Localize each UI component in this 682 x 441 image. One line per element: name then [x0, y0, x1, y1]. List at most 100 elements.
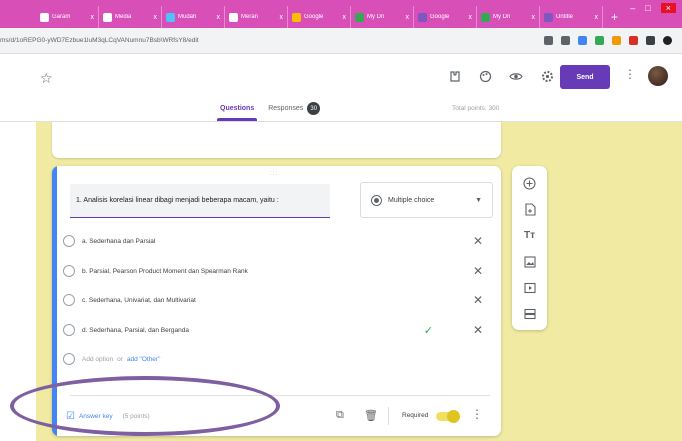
browser-tab[interactable]: My Dri x [477, 6, 540, 28]
header-icons [447, 69, 554, 83]
extension-icons [544, 36, 682, 45]
extension-icon[interactable] [629, 36, 638, 45]
browser-tab-active[interactable]: Untitle x [540, 6, 603, 28]
remove-option-icon[interactable]: ✕ [473, 264, 483, 278]
more-options-icon[interactable]: ⋮ [624, 67, 636, 81]
tab-title: Garam [52, 14, 71, 20]
browser-tab[interactable]: Google x [288, 6, 351, 28]
radio-circle-icon [63, 294, 75, 306]
forms-header: ☆ Send ⋮ Questions Responses 30 Total po… [0, 54, 682, 122]
add-option-link[interactable]: Add option or add "Other" [82, 356, 493, 363]
extension-icon[interactable] [612, 36, 621, 45]
browser-tab[interactable]: Mudah x [162, 6, 225, 28]
duplicate-icon[interactable]: ⧉ [336, 409, 344, 422]
send-button[interactable]: Send [560, 65, 610, 89]
tab-close-icon[interactable]: x [280, 14, 284, 21]
add-image-icon[interactable] [522, 254, 537, 269]
browser-tab[interactable]: My Dri x [351, 6, 414, 28]
extension-icon[interactable] [578, 36, 587, 45]
close-window-button[interactable]: × [660, 3, 676, 13]
required-toggle[interactable] [436, 410, 460, 423]
remove-option-icon[interactable]: ✕ [473, 234, 483, 248]
extension-icon[interactable] [595, 36, 604, 45]
footer-separator [388, 407, 389, 425]
total-points: Total points: 300 [452, 105, 500, 112]
drag-handle-icon[interactable]: ::: [270, 171, 278, 177]
tab-questions[interactable]: Questions [216, 105, 258, 121]
option-label[interactable]: d. Sederhana, Parsial, dan Berganda [82, 327, 424, 334]
avatar[interactable] [648, 66, 668, 86]
add-question-icon[interactable] [522, 176, 537, 191]
add-title-icon[interactable]: Tт [522, 228, 537, 243]
option-row[interactable]: a. Sederhana dan Parsial ✕ [63, 233, 493, 249]
tab-close-icon[interactable]: x [595, 14, 599, 21]
form-tabs: Questions Responses 30 [216, 102, 321, 121]
tab-responses[interactable]: Responses 30 [268, 102, 321, 115]
tab-close-icon[interactable]: x [217, 14, 221, 21]
browser-tab[interactable]: Media x [99, 6, 162, 28]
question-title-input[interactable]: 1. Analisis korelasi linear dibagi menja… [70, 184, 330, 218]
remove-option-icon[interactable]: ✕ [473, 293, 483, 307]
previous-question-card[interactable] [52, 122, 501, 158]
bookmark-star-icon[interactable] [561, 36, 570, 45]
tab-title: Untitle [556, 14, 574, 20]
option-label[interactable]: a. Sederhana dan Parsial [82, 238, 473, 245]
dropdown-arrow-icon: ▼ [475, 196, 482, 204]
tab-favicon [481, 12, 490, 22]
tab-close-icon[interactable]: x [532, 14, 536, 21]
tab-close-icon[interactable]: x [343, 14, 347, 21]
minimize-button[interactable]: – [630, 3, 635, 13]
option-label[interactable]: c. Sederhana, Univariat, dan Multivariat [82, 297, 473, 304]
tab-responses-label: Responses [268, 105, 304, 112]
remove-option-icon[interactable]: ✕ [473, 323, 483, 337]
tab-close-icon[interactable]: x [154, 14, 158, 21]
add-option-label[interactable]: Add option [82, 356, 113, 363]
tab-favicon [292, 12, 301, 22]
tab-title: Mudah [178, 14, 197, 20]
palette-icon[interactable] [478, 69, 492, 83]
browser-tab[interactable]: Garam x [36, 6, 99, 28]
question-type-dropdown[interactable]: Multiple choice ▼ [360, 182, 493, 218]
new-tab-button[interactable]: + [611, 6, 618, 28]
tab-title: Google [430, 14, 450, 20]
option-row[interactable]: b. Parsial, Pearson Product Moment dan S… [63, 263, 493, 279]
tab-close-icon[interactable]: x [406, 14, 410, 21]
add-video-icon[interactable] [522, 280, 537, 295]
browser-tab-strip: Garam x Media x Mudah x Meran x Google x My D… [0, 0, 682, 28]
radio-circle-icon [63, 353, 75, 365]
add-option-row[interactable]: Add option or add "Other" [63, 351, 493, 367]
addon-icon[interactable] [447, 69, 461, 83]
star-icon[interactable]: ☆ [40, 70, 53, 87]
required-label: Required [402, 412, 429, 419]
translate-icon[interactable] [544, 36, 553, 45]
settings-gear-icon[interactable] [540, 69, 554, 83]
profile-icon[interactable] [663, 36, 672, 45]
tab-title: My Dri [493, 14, 511, 20]
add-section-icon[interactable] [522, 306, 537, 321]
radio-circle-icon [63, 265, 75, 277]
option-label[interactable]: b. Parsial, Pearson Product Moment dan S… [82, 268, 473, 275]
maximize-button[interactable]: □ [645, 3, 650, 13]
import-questions-icon[interactable] [522, 202, 537, 217]
delete-icon[interactable]: 🗑 [364, 409, 378, 422]
url-field[interactable]: ms/d/1oREPG0-yWD7Ezbue1luM3qLCqVANumnu7B… [0, 37, 544, 44]
tab-title: Meran [241, 14, 259, 20]
puzzle-icon[interactable] [646, 36, 655, 45]
tab-title: Media [115, 14, 132, 20]
tab-close-icon[interactable]: x [469, 14, 473, 21]
radio-circle-icon [63, 235, 75, 247]
more-options-icon[interactable]: ⋮ [471, 407, 483, 421]
tab-favicon [229, 12, 238, 22]
responses-count-badge: 30 [307, 102, 321, 115]
browser-tab[interactable]: Meran x [225, 6, 288, 28]
option-row[interactable]: c. Sederhana, Univariat, dan Multivariat… [63, 292, 493, 308]
preview-eye-icon[interactable] [509, 69, 523, 83]
option-row[interactable]: d. Sederhana, Parsial, dan Berganda ✓ ✕ [63, 322, 493, 338]
tab-favicon [40, 12, 49, 22]
tab-favicon [544, 12, 553, 22]
tab-close-icon[interactable]: x [91, 14, 95, 21]
browser-tab[interactable]: Google x [414, 6, 477, 28]
radio-circle-icon [63, 324, 75, 336]
radio-button-icon [371, 194, 382, 206]
add-other-link[interactable]: add "Other" [127, 356, 161, 363]
